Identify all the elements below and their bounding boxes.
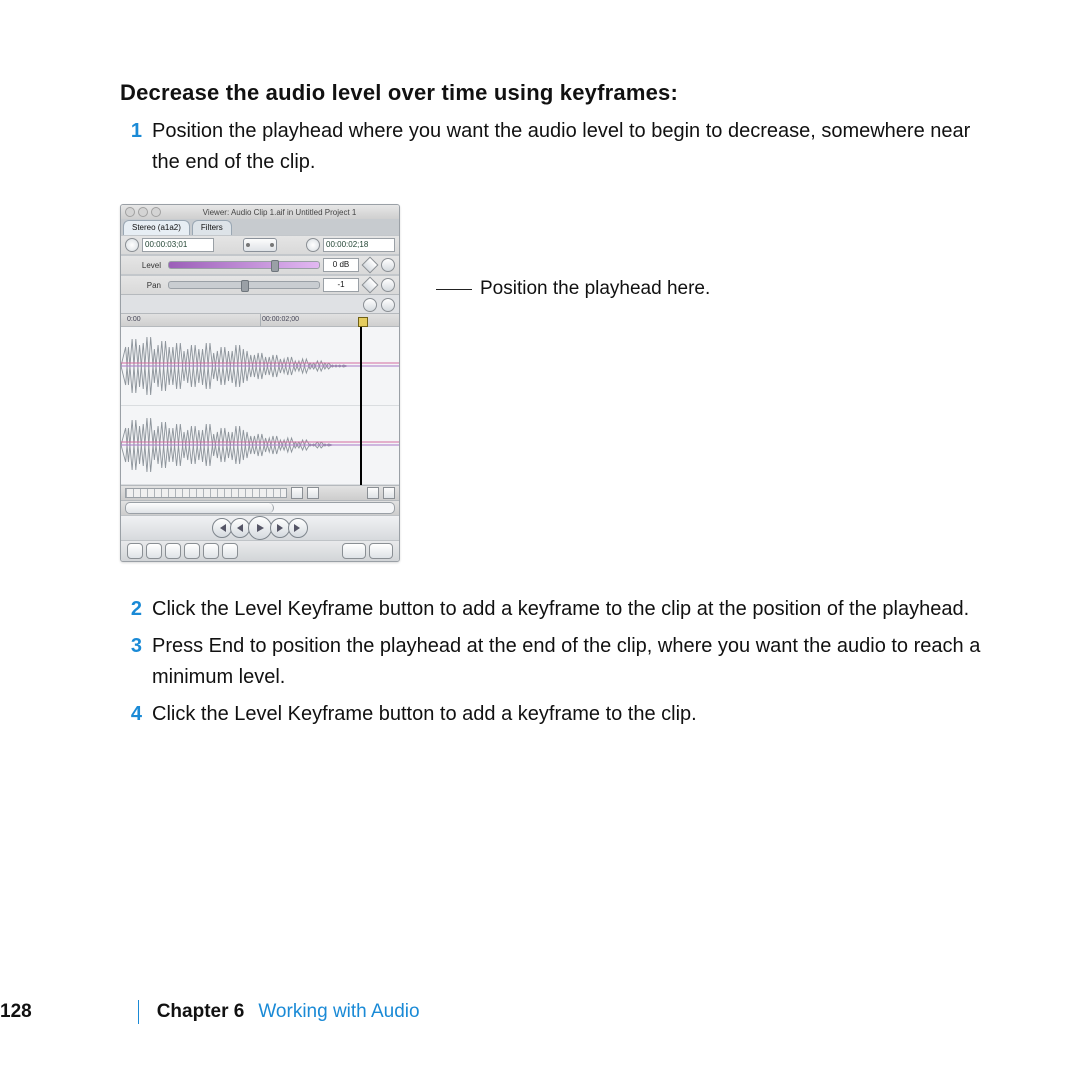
prev-edit-button[interactable] <box>291 487 303 499</box>
figure-callout: Position the playhead here. <box>436 278 710 300</box>
footer-rule <box>138 1000 139 1024</box>
step-number: 1 <box>120 116 142 147</box>
pan-slider[interactable] <box>168 281 320 289</box>
step-text: Click the Level Keyframe button to add a… <box>152 699 990 730</box>
play-button[interactable] <box>248 516 272 540</box>
level-row: Level 0 dB <box>121 255 399 275</box>
level-keyframe-button[interactable] <box>362 257 379 274</box>
step-number: 3 <box>120 631 142 662</box>
viewer-tabs: Stereo (a1a2) Filters <box>121 219 399 235</box>
close-icon[interactable] <box>125 207 135 217</box>
zoom-fit-icon[interactable] <box>243 238 277 252</box>
ruler-mark: 00:00:02;00 <box>262 316 299 323</box>
pan-row: Pan -1 <box>121 275 399 295</box>
mark-in-icon[interactable] <box>367 487 379 499</box>
pan-label: Pan <box>125 281 165 290</box>
step-number: 2 <box>120 594 142 625</box>
clock-icon <box>306 238 320 252</box>
level-slider[interactable] <box>168 261 320 269</box>
pan-value[interactable]: -1 <box>323 278 359 292</box>
step-2: 2 Click the Level Keyframe button to add… <box>120 594 990 625</box>
level-label: Level <box>125 261 165 270</box>
zoom-icon[interactable] <box>151 207 161 217</box>
zoom-ticks <box>125 488 287 498</box>
level-value[interactable]: 0 dB <box>323 258 359 272</box>
playhead-handle-icon[interactable] <box>358 317 368 327</box>
window-titlebar: Viewer: Audio Clip 1.aif in Untitled Pro… <box>121 205 399 219</box>
window-title: Viewer: Audio Clip 1.aif in Untitled Pro… <box>164 208 395 217</box>
minimize-icon[interactable] <box>138 207 148 217</box>
playhead[interactable] <box>360 327 362 485</box>
callout-line <box>436 289 472 290</box>
step-4: 4 Click the Level Keyframe button to add… <box>120 699 990 730</box>
step-list: 1 Position the playhead where you want t… <box>120 116 990 178</box>
go-to-in-button[interactable] <box>212 518 232 538</box>
play-around-button[interactable] <box>270 518 290 538</box>
waveform-left <box>121 327 399 406</box>
waveform-right <box>121 406 399 485</box>
scrollbar-thumb[interactable] <box>126 503 274 513</box>
gang-sync-button[interactable] <box>369 543 393 559</box>
chapter-title: Working with Audio <box>258 1001 419 1023</box>
tab-stereo[interactable]: Stereo (a1a2) <box>123 220 190 235</box>
step-3: 3 Press End to position the playhead at … <box>120 631 990 693</box>
timecode-current[interactable]: 00:00:03;01 <box>142 238 214 252</box>
timecode-row: 00:00:03;01 00:00:02;18 <box>121 235 399 255</box>
reset-level-button[interactable] <box>381 258 395 272</box>
audio-viewer-window: Viewer: Audio Clip 1.aif in Untitled Pro… <box>120 204 400 562</box>
chapter-label: Chapter 6 <box>157 1001 245 1023</box>
step-list-cont: 2 Click the Level Keyframe button to add… <box>120 594 990 730</box>
step-text: Click the Level Keyframe button to add a… <box>152 594 990 625</box>
drag-hand-icon[interactable] <box>381 298 395 312</box>
transport-controls <box>121 515 399 540</box>
step-text: Position the playhead where you want the… <box>152 116 990 178</box>
ruler-mark: 0:00 <box>127 316 141 323</box>
viewer-footer <box>121 540 399 561</box>
recent-clips-button[interactable] <box>127 543 143 559</box>
mark-out-button[interactable] <box>222 543 238 559</box>
zoom-ruler <box>121 485 399 500</box>
reset-pan-button[interactable] <box>381 278 395 292</box>
page-footer: 128 Chapter 6 Working with Audio <box>0 1000 420 1024</box>
tab-filters[interactable]: Filters <box>192 220 232 235</box>
page-number: 128 <box>0 1001 32 1023</box>
step-number: 4 <box>120 699 142 730</box>
callout-text: Position the playhead here. <box>480 278 710 300</box>
waveform-area[interactable] <box>121 327 399 485</box>
next-edit-button[interactable] <box>307 487 319 499</box>
mark-in-button[interactable] <box>203 543 219 559</box>
step-1: 1 Position the playhead where you want t… <box>120 116 990 178</box>
add-marker-button[interactable] <box>184 543 200 559</box>
step-text: Press End to position the playhead at th… <box>152 631 990 693</box>
horizontal-scrollbar[interactable] <box>125 502 395 514</box>
clock-icon <box>125 238 139 252</box>
section-heading: Decrease the audio level over time using… <box>120 80 990 106</box>
view-popup-button[interactable] <box>342 543 366 559</box>
drag-hand-icon[interactable] <box>363 298 377 312</box>
pan-keyframe-button[interactable] <box>362 277 379 294</box>
match-frame-button[interactable] <box>146 543 162 559</box>
mark-clip-button[interactable] <box>165 543 181 559</box>
timecode-duration[interactable]: 00:00:02;18 <box>323 238 395 252</box>
go-to-out-button[interactable] <box>288 518 308 538</box>
scrollbar-row <box>121 500 399 515</box>
mark-out-icon[interactable] <box>383 487 395 499</box>
play-in-to-out-button[interactable] <box>230 518 250 538</box>
